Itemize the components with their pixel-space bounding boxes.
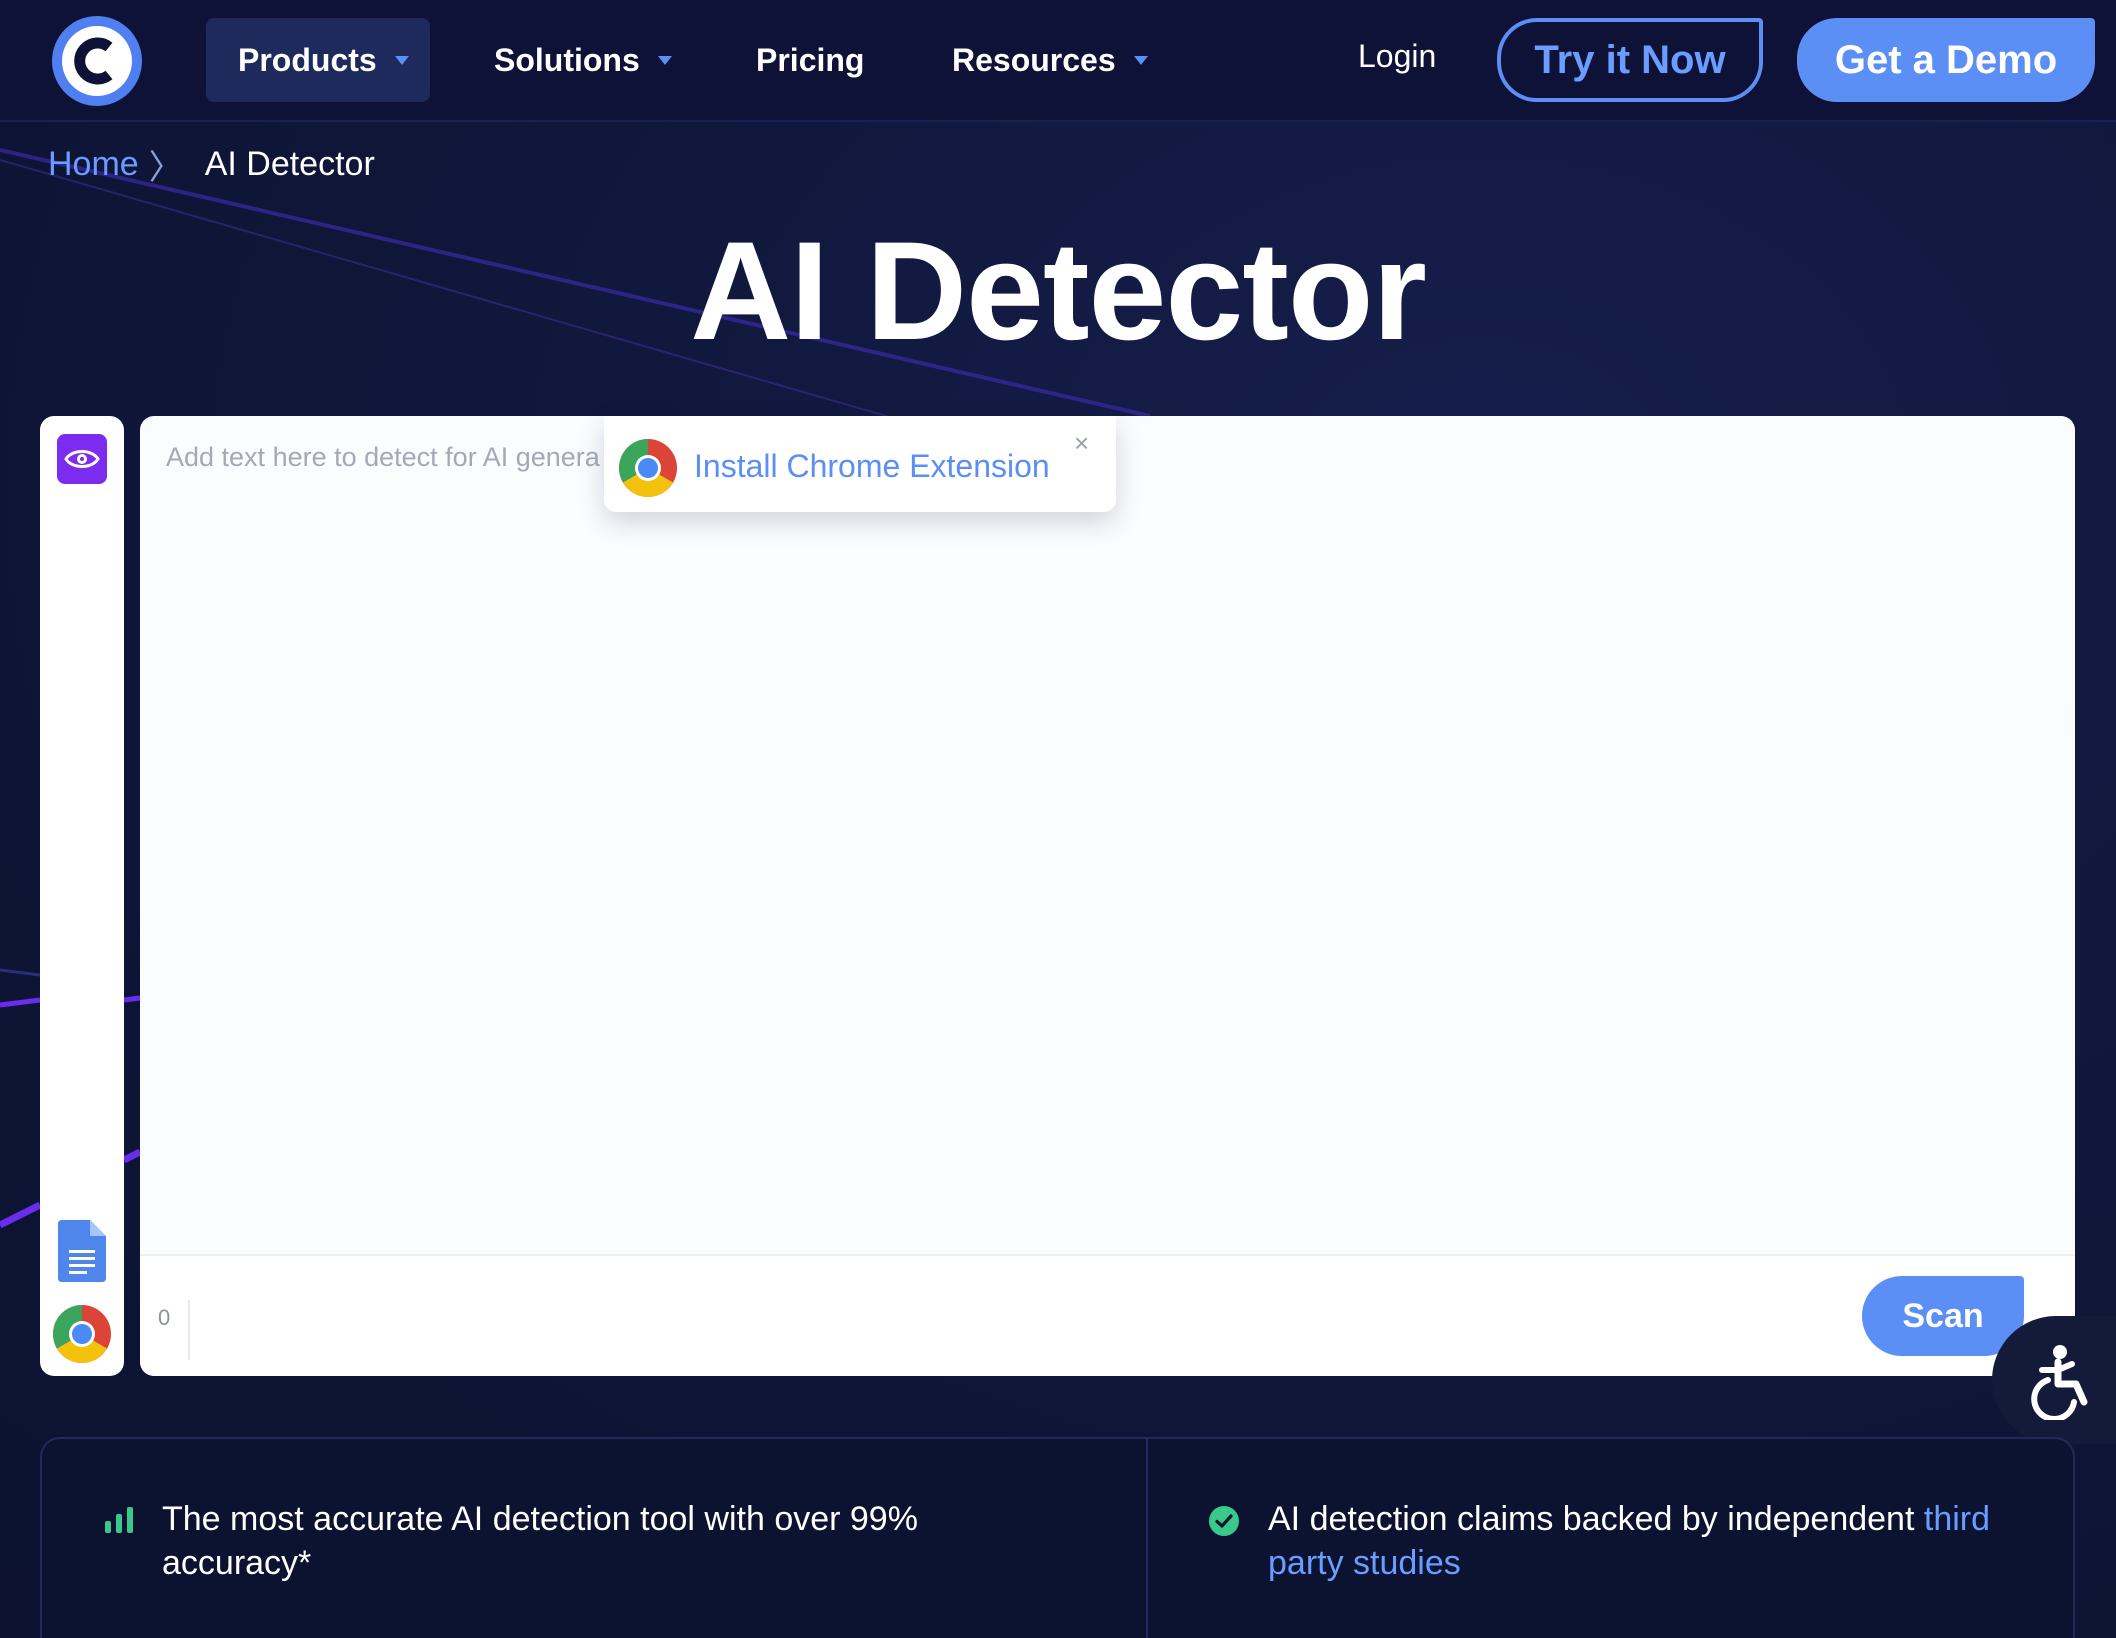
word-count: 0 bbox=[158, 1300, 191, 1360]
breadcrumb: Home 〉 AI Detector bbox=[48, 140, 375, 189]
editor-placeholder[interactable]: Add text here to detect for AI genera bbox=[166, 442, 600, 473]
feature-accuracy: The most accurate AI detection tool with… bbox=[162, 1500, 918, 1582]
close-icon[interactable]: × bbox=[1074, 428, 1089, 459]
nav-resources[interactable]: Resources bbox=[920, 18, 1180, 102]
install-chrome-extension-popup[interactable]: Install Chrome Extension × bbox=[604, 416, 1116, 512]
nav-solutions-label: Solutions bbox=[494, 41, 640, 78]
nav-solutions[interactable]: Solutions bbox=[462, 18, 704, 102]
feature-claims: AI detection claims backed by independen… bbox=[1268, 1497, 2048, 1585]
caret-down-icon bbox=[657, 55, 672, 65]
features-panel: The most accurate AI detection tool with… bbox=[40, 1437, 2075, 1638]
google-docs-icon[interactable] bbox=[58, 1220, 106, 1282]
breadcrumb-home[interactable]: Home bbox=[48, 145, 139, 184]
chrome-icon bbox=[619, 439, 677, 497]
page-title: AI Detector bbox=[690, 212, 1427, 369]
nav-pricing-label: Pricing bbox=[756, 41, 865, 78]
nav-products[interactable]: Products bbox=[206, 18, 430, 102]
accessibility-icon bbox=[2031, 1345, 2088, 1420]
caret-down-icon bbox=[1133, 55, 1148, 65]
check-circle-icon bbox=[1209, 1506, 1239, 1536]
logo-c-icon bbox=[74, 37, 113, 85]
page: Products Solutions Pricing Resources Log… bbox=[0, 0, 2116, 1638]
tool-sidebar bbox=[40, 416, 124, 1376]
try-it-now-button[interactable]: Try it Now bbox=[1497, 18, 1763, 102]
copyleaks-logo[interactable] bbox=[52, 16, 142, 106]
chrome-icon[interactable] bbox=[52, 1304, 112, 1364]
feature-divider bbox=[1146, 1439, 1148, 1638]
scan-button[interactable]: Scan bbox=[1862, 1276, 2024, 1356]
breadcrumb-current: AI Detector bbox=[204, 145, 375, 183]
breadcrumb-separator-icon: 〉 bbox=[148, 149, 183, 187]
feature-claims-text: AI detection claims backed by independen… bbox=[1268, 1500, 1924, 1538]
nav-products-label: Products bbox=[238, 41, 377, 78]
text-editor[interactable]: Add text here to detect for AI genera 0 … bbox=[140, 416, 2075, 1376]
navbar: Products Solutions Pricing Resources Log… bbox=[0, 0, 2116, 122]
editor-footer: 0 Scan bbox=[140, 1254, 2075, 1376]
bar-chart-icon bbox=[105, 1507, 133, 1533]
accessibility-button[interactable] bbox=[1992, 1316, 2116, 1444]
nav-pricing[interactable]: Pricing bbox=[724, 18, 896, 102]
eye-icon[interactable] bbox=[57, 434, 107, 484]
nav-resources-label: Resources bbox=[952, 41, 1116, 78]
caret-down-icon bbox=[394, 55, 409, 65]
install-chrome-extension-link[interactable]: Install Chrome Extension bbox=[694, 448, 1050, 485]
get-a-demo-button[interactable]: Get a Demo bbox=[1797, 18, 2095, 102]
login-link[interactable]: Login bbox=[1358, 38, 1436, 75]
